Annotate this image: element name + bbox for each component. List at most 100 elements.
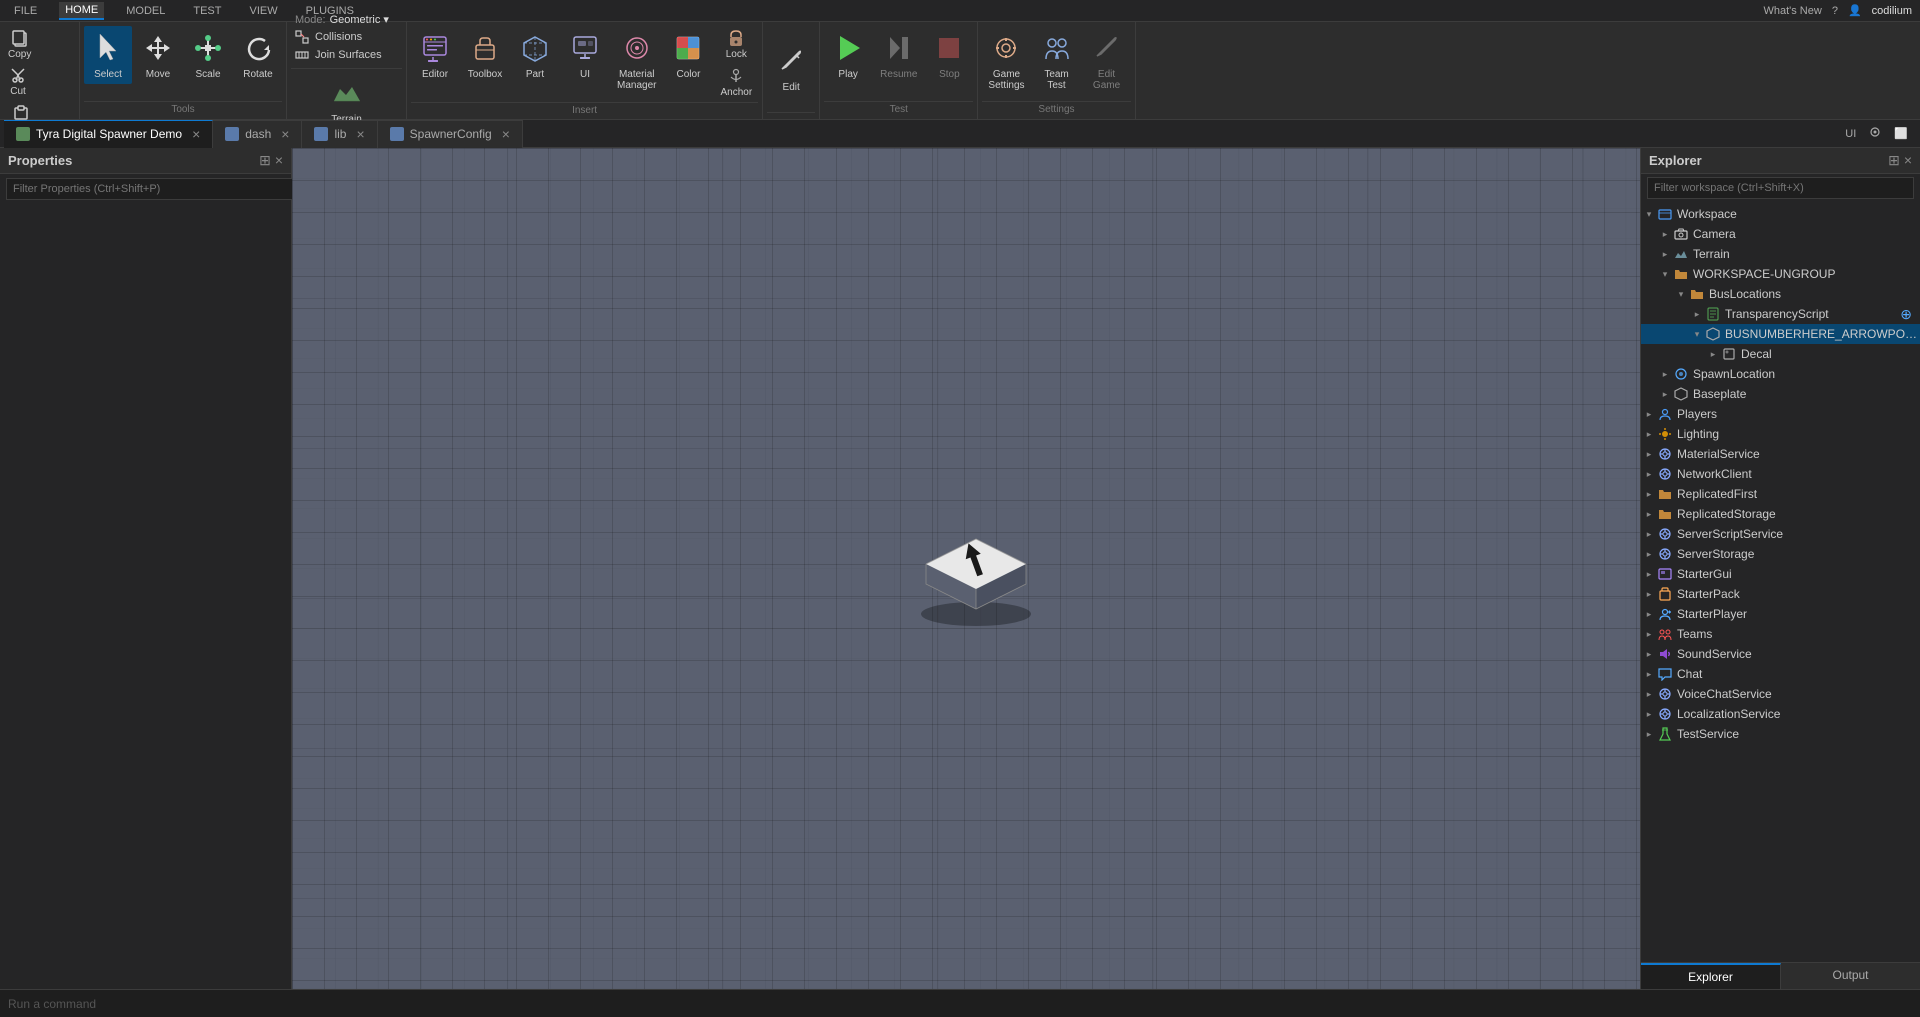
tree-arrow-replicated-first[interactable]: ▸ [1641, 489, 1657, 500]
tree-item-transparency-script[interactable]: ▸TransparencyScript⊕ [1641, 304, 1920, 324]
tree-arrow-baseplate[interactable]: ▸ [1657, 389, 1673, 400]
game-settings-button[interactable]: Game Settings [982, 26, 1030, 95]
tree-arrow-test-service[interactable]: ▸ [1641, 729, 1657, 740]
tree-item-camera[interactable]: ▸Camera [1641, 224, 1920, 244]
tree-item-test-service[interactable]: ▸TestService [1641, 724, 1920, 744]
tree-item-server-storage[interactable]: ▸ServerStorage [1641, 544, 1920, 564]
select-button[interactable]: Select [84, 26, 132, 84]
tree-item-replicated-first[interactable]: ▸ReplicatedFirst [1641, 484, 1920, 504]
join-surfaces-row[interactable]: Join Surfaces [295, 48, 398, 62]
move-button[interactable]: Move [134, 26, 182, 84]
scale-button[interactable]: Scale [184, 26, 232, 84]
tree-item-localization-service[interactable]: ▸LocalizationService [1641, 704, 1920, 724]
help-icon[interactable]: ? [1832, 5, 1838, 17]
tab-close-tyra[interactable]: × [192, 126, 200, 142]
tree-arrow-material-service[interactable]: ▸ [1641, 449, 1657, 460]
resume-button[interactable]: Resume [874, 26, 923, 84]
lock-button[interactable]: Lock [716, 26, 756, 62]
tree-item-spawnlocation[interactable]: ▸SpawnLocation [1641, 364, 1920, 384]
tree-item-lighting[interactable]: ▸Lighting [1641, 424, 1920, 444]
tree-item-workspace[interactable]: ▾Workspace [1641, 204, 1920, 224]
tree-arrow-replicated-storage[interactable]: ▸ [1641, 509, 1657, 520]
ui-button[interactable]: UI [561, 26, 609, 84]
tree-arrow-workspace-ungroup[interactable]: ▾ [1657, 269, 1673, 280]
tree-arrow-transparency-script[interactable]: ▸ [1689, 309, 1705, 320]
explorer-pin-icon[interactable]: ⊞ [1888, 152, 1900, 169]
viewport[interactable] [292, 148, 1640, 989]
tree-item-server-script-service[interactable]: ▸ServerScriptService [1641, 524, 1920, 544]
tree-item-players[interactable]: ▸Players [1641, 404, 1920, 424]
tab-tyra[interactable]: Tyra Digital Spawner Demo × [4, 120, 213, 148]
tab-close-lib[interactable]: × [356, 126, 364, 142]
tree-arrow-voice-chat-service[interactable]: ▸ [1641, 689, 1657, 700]
viewport-ui-toggle[interactable]: UI [1841, 126, 1860, 142]
tree-arrow-server-script-service[interactable]: ▸ [1641, 529, 1657, 540]
explorer-close-icon[interactable]: × [1904, 152, 1912, 169]
stop-button[interactable]: Stop [925, 26, 973, 84]
tree-item-sound-service[interactable]: ▸SoundService [1641, 644, 1920, 664]
tree-arrow-sound-service[interactable]: ▸ [1641, 649, 1657, 660]
tree-arrow-localization-service[interactable]: ▸ [1641, 709, 1657, 720]
rotate-button[interactable]: Rotate [234, 26, 282, 84]
properties-close-icon[interactable]: × [275, 152, 283, 169]
explorer-tab-output[interactable]: Output [1781, 963, 1920, 989]
tab-spawner[interactable]: SpawnerConfig × [378, 120, 523, 148]
tree-arrow-network-client[interactable]: ▸ [1641, 469, 1657, 480]
tree-item-workspace-ungroup[interactable]: ▾WORKSPACE-UNGROUP [1641, 264, 1920, 284]
tree-item-chat[interactable]: ▸Chat [1641, 664, 1920, 684]
tree-arrow-lighting[interactable]: ▸ [1641, 429, 1657, 440]
editor-button[interactable]: Editor [411, 26, 459, 84]
tree-arrow-decal[interactable]: ▸ [1705, 349, 1721, 360]
menu-model[interactable]: MODEL [120, 3, 171, 19]
tab-dash[interactable]: dash × [213, 120, 302, 148]
user-icon[interactable]: 👤 [1848, 4, 1862, 17]
tree-item-teams[interactable]: ▸Teams [1641, 624, 1920, 644]
copy-button[interactable]: Copy [4, 26, 35, 62]
tree-item-network-client[interactable]: ▸NetworkClient [1641, 464, 1920, 484]
collisions-row[interactable]: Collisions [295, 30, 398, 44]
cut-button[interactable]: Cut [4, 63, 32, 99]
command-bar-text[interactable]: Run a command [8, 997, 1912, 1011]
tree-arrow-camera[interactable]: ▸ [1657, 229, 1673, 240]
tree-item-starter-player[interactable]: ▸StarterPlayer [1641, 604, 1920, 624]
anchor-button[interactable]: Anchor [716, 64, 756, 100]
tree-item-starter-pack[interactable]: ▸StarterPack [1641, 584, 1920, 604]
viewport-camera-icon[interactable] [1864, 123, 1886, 144]
mode-value[interactable]: Geometric ▾ [330, 13, 389, 26]
menu-file[interactable]: FILE [8, 3, 43, 19]
tree-arrow-busnumber[interactable]: ▾ [1689, 329, 1705, 340]
tree-arrow-teams[interactable]: ▸ [1641, 629, 1657, 640]
tree-arrow-starter-player[interactable]: ▸ [1641, 609, 1657, 620]
tree-item-replicated-storage[interactable]: ▸ReplicatedStorage [1641, 504, 1920, 524]
properties-filter-input[interactable] [6, 178, 297, 200]
play-button[interactable]: Play [824, 26, 872, 84]
part-button[interactable]: Part [511, 26, 559, 84]
material-manager-button[interactable]: Material Manager [611, 26, 662, 95]
menu-test[interactable]: TEST [187, 3, 227, 19]
team-test-button[interactable]: Team Test [1033, 26, 1081, 95]
tab-lib[interactable]: lib × [302, 120, 377, 148]
tree-item-material-service[interactable]: ▸MaterialService [1641, 444, 1920, 464]
menu-home[interactable]: HOME [59, 2, 104, 20]
tree-item-starter-gui[interactable]: ▸StarterGui [1641, 564, 1920, 584]
tree-arrow-spawnlocation[interactable]: ▸ [1657, 369, 1673, 380]
tree-arrow-server-storage[interactable]: ▸ [1641, 549, 1657, 560]
tab-close-dash[interactable]: × [281, 126, 289, 142]
explorer-filter-input[interactable] [1647, 177, 1914, 199]
tab-close-spawner[interactable]: × [502, 126, 510, 142]
menu-view[interactable]: VIEW [243, 3, 283, 19]
tree-add-btn-transparency-script[interactable]: ⊕ [1900, 306, 1912, 323]
tree-item-voice-chat-service[interactable]: ▸VoiceChatService [1641, 684, 1920, 704]
tree-arrow-buslocations[interactable]: ▾ [1673, 289, 1689, 300]
color-button[interactable]: Color [664, 26, 712, 84]
tree-arrow-starter-pack[interactable]: ▸ [1641, 589, 1657, 600]
tree-arrow-starter-gui[interactable]: ▸ [1641, 569, 1657, 580]
viewport-expand-icon[interactable]: ⬜ [1890, 125, 1912, 142]
tree-item-terrain[interactable]: ▸Terrain [1641, 244, 1920, 264]
whats-new-link[interactable]: What's New [1763, 5, 1821, 17]
tree-item-buslocations[interactable]: ▾BusLocations [1641, 284, 1920, 304]
toolbox-button[interactable]: Toolbox [461, 26, 509, 84]
edit-button[interactable]: Edit [767, 39, 815, 97]
tree-arrow-players[interactable]: ▸ [1641, 409, 1657, 420]
tree-item-baseplate[interactable]: ▸Baseplate [1641, 384, 1920, 404]
